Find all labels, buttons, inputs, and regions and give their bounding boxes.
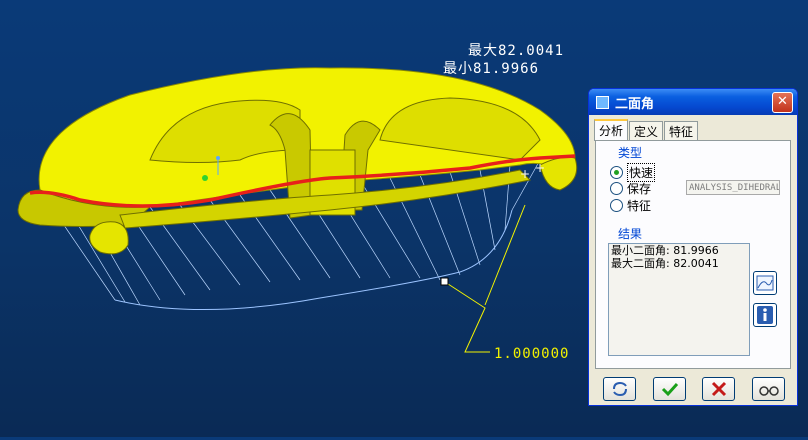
dialog-title: 二面角	[615, 96, 655, 112]
min-dihedral-label: 最小81.9966	[443, 61, 540, 77]
max-dihedral-label: 最大82.0041	[468, 43, 565, 59]
analysis-tab-panel: 类型 快速 保存 特征 ANALYSIS_DIHEDRAL_1 结果 最小二面角…	[595, 140, 791, 369]
info-button[interactable]	[753, 303, 777, 327]
dihedral-dialog: 二面角 ✕ 分析 定义 特征 类型 快速 保存 特征 ANALYSIS_DIHE…	[588, 88, 798, 406]
tab-analysis[interactable]: 分析	[594, 119, 629, 141]
radio-save-indicator[interactable]	[610, 182, 623, 195]
check-icon	[661, 382, 678, 397]
tab-feature[interactable]: 特征	[664, 121, 699, 140]
graph-icon	[756, 275, 774, 291]
type-group-title: 类型	[618, 146, 643, 160]
yellow-model	[17, 67, 578, 255]
svg-text:+: +	[535, 161, 545, 175]
tab-definition[interactable]: 定义	[629, 121, 664, 140]
green-marker	[202, 175, 208, 181]
x-icon	[711, 381, 726, 397]
ok-button[interactable]	[653, 377, 686, 401]
results-box[interactable]: 最小二面角: 81.9966 最大二面角: 82.0041	[608, 243, 750, 356]
info-icon	[757, 306, 773, 324]
radio-save-label: 保存	[627, 182, 652, 196]
graph-button[interactable]	[753, 271, 777, 295]
svg-text:+: +	[520, 167, 530, 181]
scale-leader	[444, 281, 490, 353]
radio-feature[interactable]: 特征	[610, 197, 651, 214]
results-group-title: 结果	[618, 227, 643, 241]
close-button[interactable]: ✕	[772, 92, 793, 113]
porcupine-envelope	[114, 209, 513, 311]
radio-feature-indicator[interactable]	[610, 199, 623, 212]
window-icon	[596, 95, 609, 109]
radio-feature-label: 特征	[627, 199, 652, 213]
cancel-button[interactable]	[702, 377, 735, 401]
result-max: 最大二面角: 82.0041	[611, 257, 719, 270]
dialog-titlebar[interactable]: 二面角 ✕	[589, 89, 797, 115]
scale-handle	[440, 277, 449, 286]
analysis-name-field[interactable]: ANALYSIS_DIHEDRAL_1	[686, 180, 780, 195]
glasses-icon	[758, 386, 779, 396]
radio-save[interactable]: 保存	[610, 180, 651, 197]
radio-quick-indicator[interactable]	[610, 166, 623, 179]
result-min: 最小二面角: 81.9966	[611, 244, 719, 257]
repeat-icon	[612, 381, 627, 397]
scale-value-label[interactable]: 1.000000	[494, 346, 569, 362]
info-glasses-button[interactable]	[752, 377, 785, 401]
dialog-tabs: 分析 定义 特征	[594, 119, 699, 141]
repeat-button[interactable]	[603, 377, 636, 401]
